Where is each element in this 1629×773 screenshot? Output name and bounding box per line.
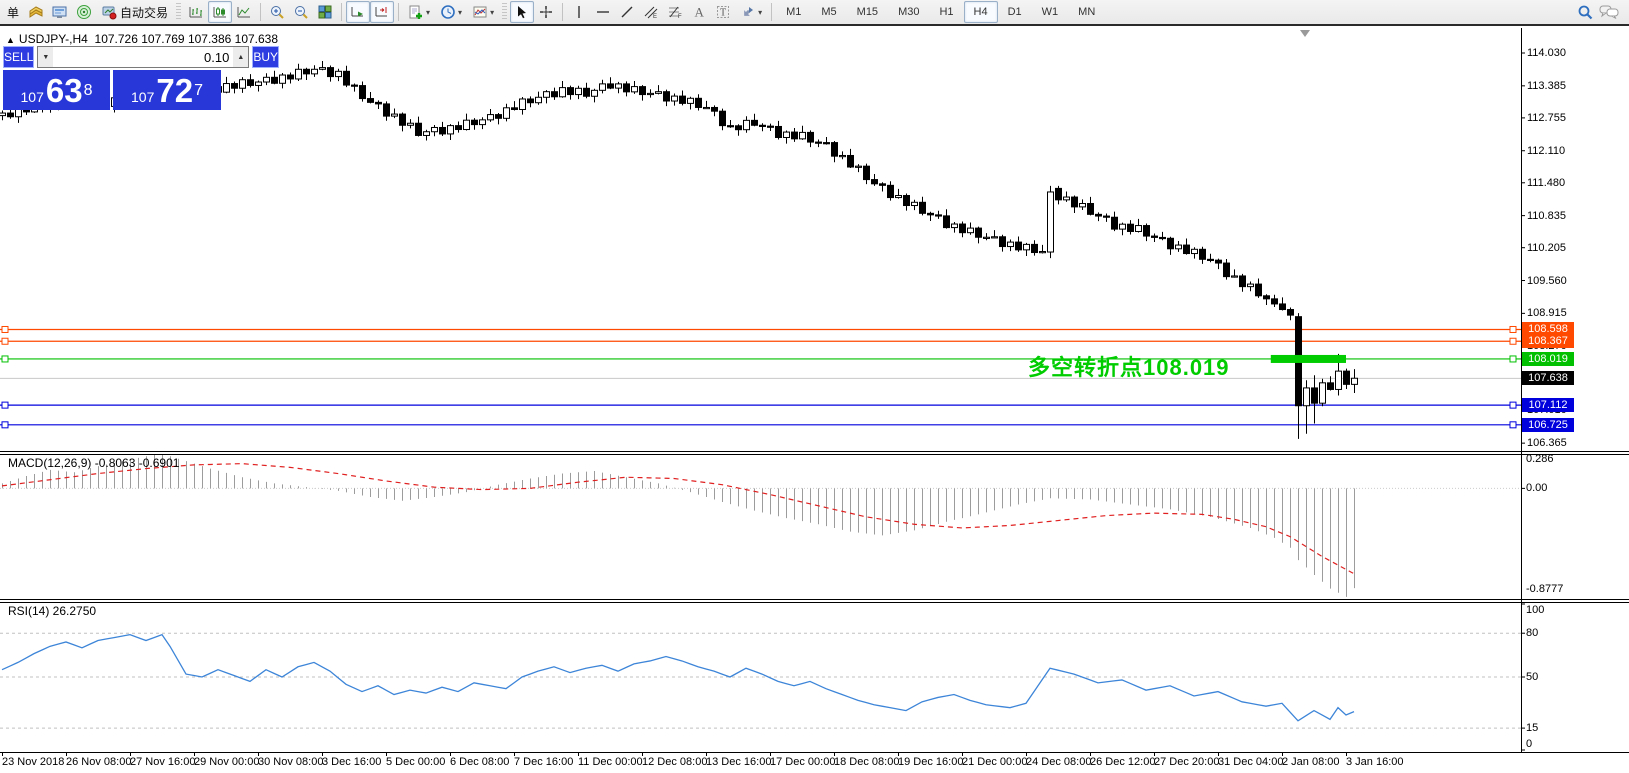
time-axis-label: 24 Dec 08:00 xyxy=(1026,756,1092,768)
chart-annotation-text[interactable]: 多空转折点108.019 xyxy=(1028,350,1230,382)
time-axis-label: 3 Dec 16:00 xyxy=(322,756,382,768)
sell-price-big-digits: 63 xyxy=(45,72,83,109)
rsi-axis-tick-label: 100 xyxy=(1526,604,1545,616)
chart-canvas[interactable] xyxy=(0,0,1629,773)
sell-button[interactable]: SELL xyxy=(3,46,35,68)
line-drag-handle[interactable] xyxy=(1509,421,1517,429)
chart-shift-marker-icon[interactable] xyxy=(1300,30,1310,37)
volume-increase-button[interactable]: ▲ xyxy=(233,47,249,67)
chart-title: ▲ USDJPY-,H4 107.726 107.769 107.386 107.… xyxy=(6,32,278,46)
price-axis-tick-label: 112.755 xyxy=(1527,111,1566,124)
time-axis-label: 3 Jan 16:00 xyxy=(1346,756,1404,768)
price-axis-tick-label: 111.480 xyxy=(1527,176,1566,189)
time-axis-label: 27 Nov 16:00 xyxy=(130,756,196,768)
level-price-tag: 108.367 xyxy=(1522,334,1574,349)
time-axis-label: 26 Dec 12:00 xyxy=(1090,756,1156,768)
line-drag-handle[interactable] xyxy=(1509,355,1517,363)
price-axis-tick-label: 112.110 xyxy=(1527,144,1566,157)
price-axis-tick-label: 109.560 xyxy=(1527,274,1567,287)
volume-input[interactable] xyxy=(53,47,234,67)
time-axis-label: 31 Dec 04:00 xyxy=(1218,756,1284,768)
line-drag-handle[interactable] xyxy=(1509,337,1517,345)
macd-signal-line xyxy=(1,463,1355,575)
rsi-axis-tick-label: 0 xyxy=(1526,738,1533,750)
line-drag-handle[interactable] xyxy=(1,325,9,333)
macd-axis-max-label: 0.286 xyxy=(1526,453,1554,465)
time-axis-label: 17 Dec 00:00 xyxy=(770,756,836,768)
time-axis-label: 11 Dec 00:00 xyxy=(578,756,643,768)
macd-indicator-label: MACD(12,26,9) -0.8063 -0.6901 xyxy=(8,456,180,470)
time-axis-label: 12 Dec 08:00 xyxy=(642,756,708,768)
buy-price-pip-digit: 7 xyxy=(194,82,203,99)
time-axis-label: 30 Nov 08:00 xyxy=(258,756,324,768)
time-axis-label: 2 Jan 08:00 xyxy=(1282,756,1340,768)
line-drag-handle[interactable] xyxy=(1,337,9,345)
volume-decrease-button[interactable]: ▼ xyxy=(38,47,54,67)
time-axis-label: 5 Dec 00:00 xyxy=(386,756,446,768)
time-axis-label: 19 Dec 16:00 xyxy=(898,756,964,768)
price-axis-tick-label: 113.385 xyxy=(1527,79,1566,92)
rsi-axis-tick-label: 80 xyxy=(1526,627,1539,640)
buy-price-display[interactable]: 107 72 7 xyxy=(113,70,221,110)
sell-price-display[interactable]: 107 63 8 xyxy=(3,70,110,110)
time-axis-label: 7 Dec 16:00 xyxy=(514,756,574,768)
candles xyxy=(0,60,1358,439)
time-axis-label: 18 Dec 08:00 xyxy=(834,756,900,768)
macd-axis-zero-label: 0.00 xyxy=(1526,482,1548,495)
line-drag-handle[interactable] xyxy=(1,355,9,363)
mt4-window: 单 自动交易 ▾ ▾ ▾ E F A T ▾ M1 M5 M15 M30 H1 … xyxy=(0,0,1629,773)
line-drag-handle[interactable] xyxy=(1,401,9,409)
sell-price-prefix: 107 xyxy=(20,89,44,105)
chart-ohlc-values: 107.726 107.769 107.386 107.638 xyxy=(94,32,279,46)
time-axis-label: 6 Dec 08:00 xyxy=(450,756,510,768)
price-axis-tick-label: 110.835 xyxy=(1527,209,1566,222)
price-axis-tick-label: 106.365 xyxy=(1527,437,1567,450)
time-axis-label: 27 Dec 20:00 xyxy=(1154,756,1220,768)
line-drag-handle[interactable] xyxy=(1509,325,1517,333)
current-price-tag: 107.638 xyxy=(1522,371,1574,386)
rsi-line xyxy=(1,633,1355,722)
level-price-tag: 106.725 xyxy=(1522,417,1574,432)
line-drag-handle[interactable] xyxy=(1,421,9,429)
buy-price-prefix: 107 xyxy=(131,89,155,105)
time-axis-label: 21 Dec 00:00 xyxy=(962,756,1028,768)
price-axis-tick-label: 110.205 xyxy=(1527,241,1566,254)
volume-control: ▼ ▲ xyxy=(37,46,250,68)
green-trendline-segment[interactable] xyxy=(1270,354,1346,363)
sell-price-pip-digit: 8 xyxy=(83,82,93,99)
price-axis-tick-label: 114.030 xyxy=(1527,47,1566,59)
time-axis-label: 29 Nov 00:00 xyxy=(194,756,260,768)
time-axis-label: 26 Nov 08:00 xyxy=(66,756,132,768)
level-price-tag: 107.112 xyxy=(1522,398,1574,413)
rsi-axis-tick-label: 15 xyxy=(1526,722,1539,735)
rsi-axis-tick-label: 50 xyxy=(1526,671,1539,683)
buy-button[interactable]: BUY xyxy=(252,46,280,68)
rsi-indicator-label: RSI(14) 26.2750 xyxy=(8,604,97,618)
time-axis-label: 23 Nov 2018 xyxy=(2,756,65,768)
sell-button-label: SELL xyxy=(4,50,34,64)
chart-symbol-period: USDJPY-,H4 xyxy=(18,32,88,46)
time-axis-label: 13 Dec 16:00 xyxy=(706,756,772,768)
level-price-tag: 108.019 xyxy=(1522,351,1574,366)
one-click-trading-panel: SELL ▼ ▲ BUY 107638 107727 xyxy=(3,46,280,110)
macd-histogram xyxy=(2,455,1355,597)
macd-axis-min-label: -0.8777 xyxy=(1526,583,1564,595)
buy-button-label: BUY xyxy=(253,50,279,64)
line-drag-handle[interactable] xyxy=(1509,401,1517,409)
collapse-trade-panel-toggle[interactable]: ▲ xyxy=(6,35,15,45)
price-axis-tick-label: 108.915 xyxy=(1527,307,1567,320)
buy-price-big-digits: 72 xyxy=(156,72,194,109)
